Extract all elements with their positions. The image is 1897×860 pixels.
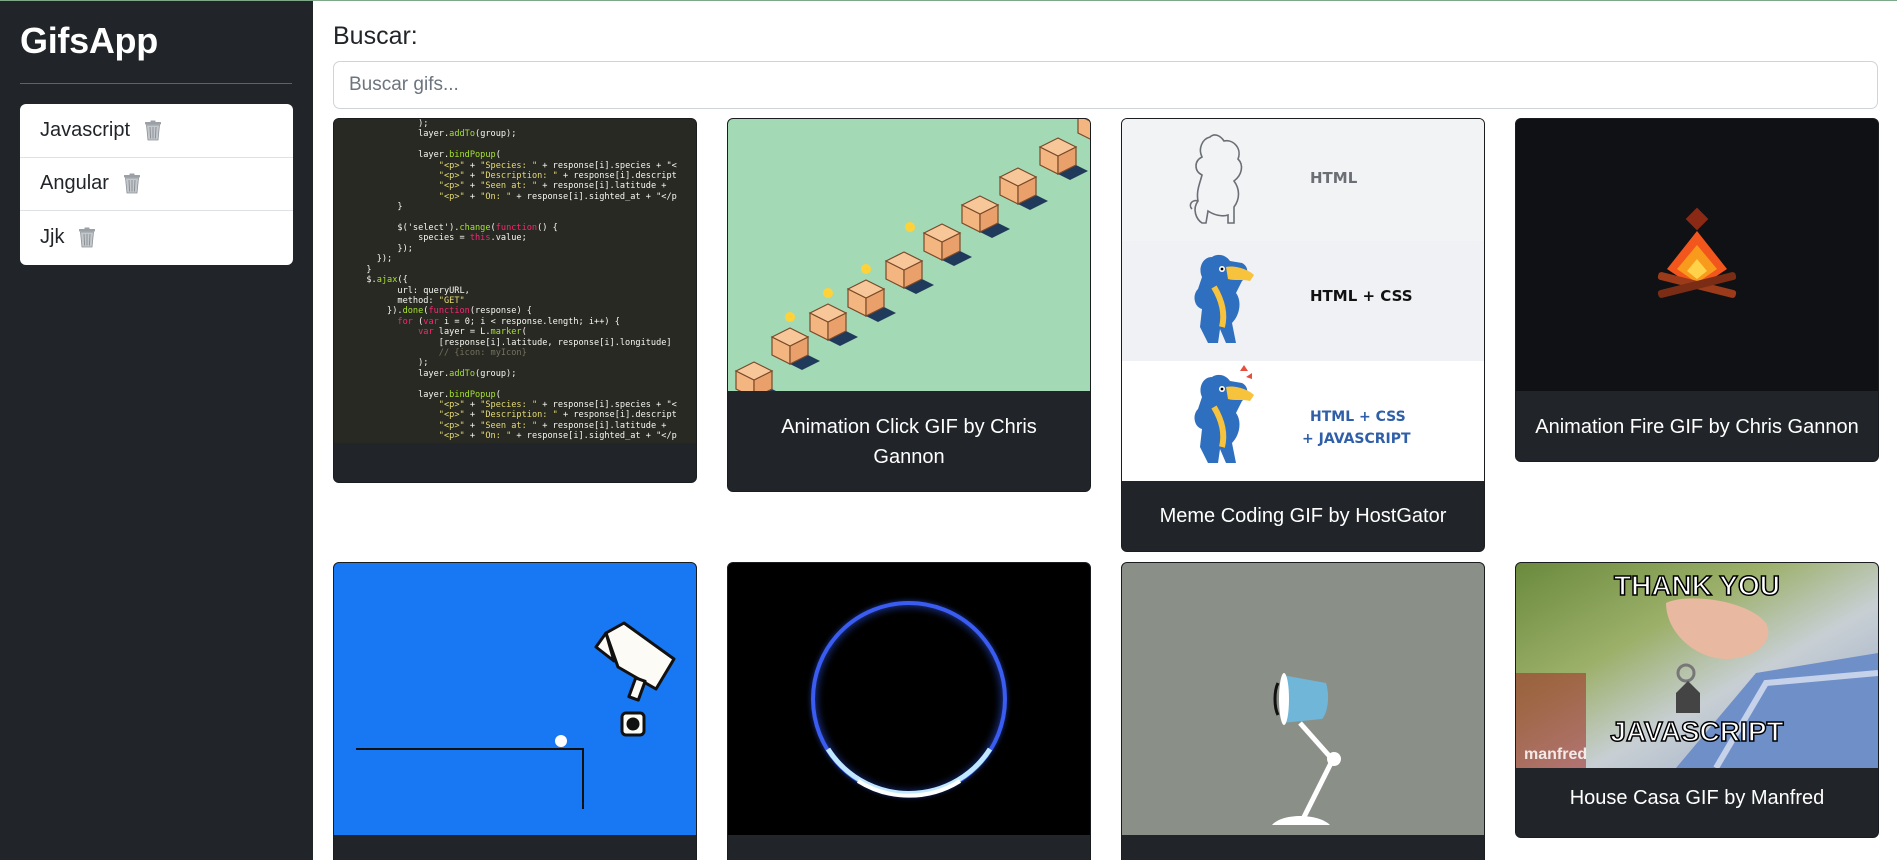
gif-card-boxes[interactable]: Animation Click GIF by Chris Gannon — [727, 118, 1091, 492]
duck — [861, 264, 871, 274]
trash-icon[interactable] — [78, 227, 96, 248]
history-item-angular[interactable]: Angular — [20, 158, 293, 211]
meme-bottom-text: JAVASCRIPT — [1610, 716, 1783, 747]
duck — [823, 288, 833, 298]
gif-image-code: ); layer.addTo(group); layer.bindPopup( … — [334, 119, 696, 443]
gif-image-camera — [334, 563, 696, 835]
gif-image-fire — [1516, 119, 1878, 391]
history-item-label: Jjk — [40, 226, 65, 249]
window-top-border — [0, 0, 1897, 1]
hostgator-html-css-js-line1: HTML + CSS — [1310, 409, 1406, 425]
gif-image-lamp — [1122, 563, 1484, 835]
gif-image-ring — [728, 563, 1090, 835]
gif-title: Animation Click GIF by Chris Gannon — [781, 416, 1037, 468]
trash-icon[interactable] — [123, 173, 141, 194]
gif-card-meme[interactable]: THANK YOU JAVASCRIPT manfred House Casa … — [1515, 562, 1879, 838]
gif-card-hostgator[interactable]: HTML HTML + CSS HTML + CSS + JAVASCRIPT … — [1121, 118, 1485, 552]
sidebar-divider — [20, 83, 292, 84]
duck — [905, 222, 915, 232]
history-item-label: Javascript — [40, 118, 131, 141]
trash-icon[interactable] — [144, 120, 162, 141]
gif-image-meme: THANK YOU JAVASCRIPT manfred — [1516, 563, 1878, 768]
meme-top-text: THANK YOU — [1614, 570, 1780, 601]
duck — [785, 312, 795, 322]
gif-card-fire[interactable]: Animation Fire GIF by Chris Gannon — [1515, 118, 1879, 462]
search-input[interactable] — [333, 61, 1878, 109]
gif-title: Animation Fire GIF by Chris Gannon — [1535, 416, 1859, 438]
gif-card-ring[interactable] — [727, 562, 1091, 860]
gif-card-lamp[interactable] — [1121, 562, 1485, 860]
search-label: Buscar: — [333, 22, 418, 50]
main-content: Buscar: ); layer.addTo(group); layer.bin… — [313, 0, 1897, 860]
gif-image-hostgator: HTML HTML + CSS HTML + CSS + JAVASCRIPT — [1122, 119, 1484, 481]
meme-watermark: manfred — [1524, 746, 1587, 763]
code-snippet: ); layer.addTo(group); layer.bindPopup( … — [366, 119, 677, 442]
gif-image-boxes — [728, 119, 1090, 391]
history-item-jjk[interactable]: Jjk — [20, 211, 293, 265]
hostgator-html-css-text: HTML + CSS — [1310, 287, 1413, 305]
gif-card-camera[interactable] — [333, 562, 697, 860]
gif-title: Meme Coding GIF by HostGator — [1159, 505, 1447, 527]
hostgator-html-text: HTML — [1310, 169, 1358, 187]
box-left — [1077, 119, 1090, 140]
sidebar: GifsApp Javascript Angular Jjk — [0, 0, 313, 860]
history-item-label: Angular — [40, 172, 109, 195]
search-history-list: Javascript Angular Jjk — [20, 104, 293, 265]
history-item-javascript[interactable]: Javascript — [20, 104, 293, 158]
gif-title: House Casa GIF by Manfred — [1569, 787, 1825, 809]
hostgator-html-css-js-line2: + JAVASCRIPT — [1302, 431, 1411, 447]
app-title: GifsApp — [20, 20, 158, 61]
gif-card-code[interactable]: ); layer.addTo(group); layer.bindPopup( … — [333, 118, 697, 483]
